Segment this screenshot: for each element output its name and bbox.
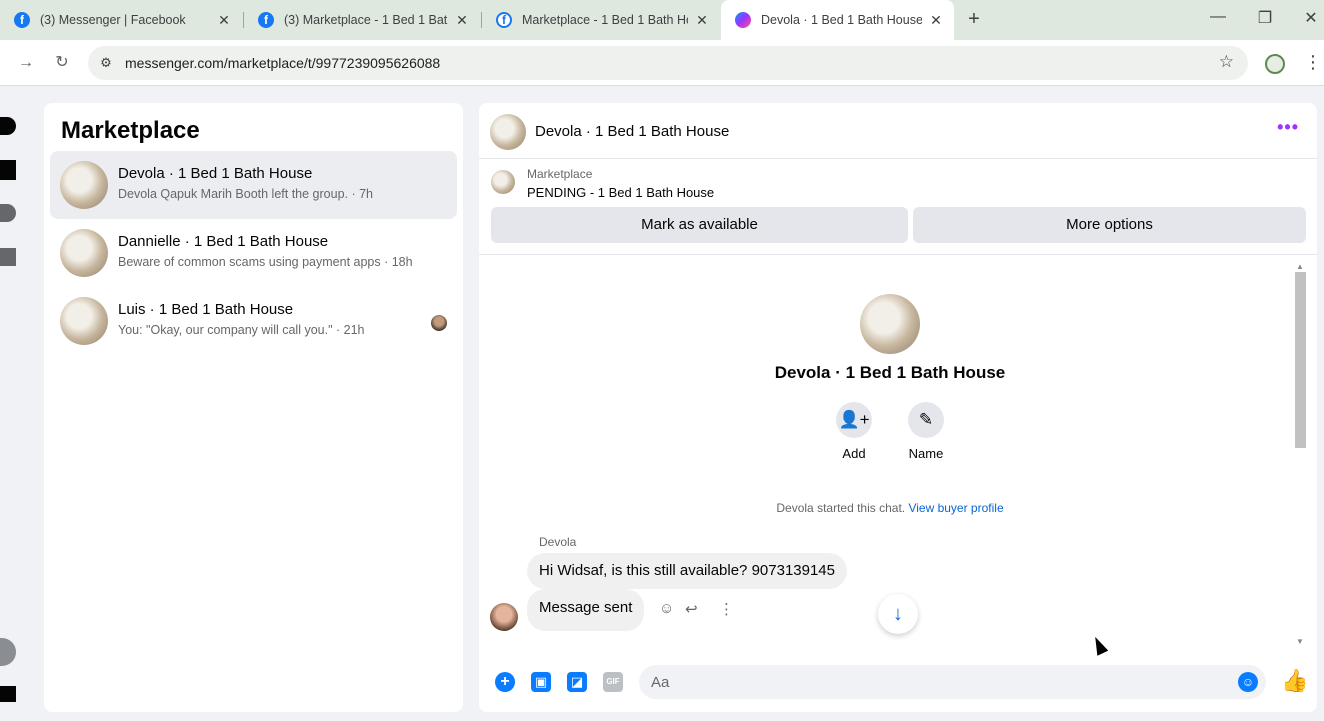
view-buyer-profile-link[interactable]: View buyer profile — [908, 501, 1003, 515]
name-label: Name — [908, 446, 944, 461]
sender-name: Devola — [539, 535, 577, 549]
conversation-avatar — [60, 297, 108, 345]
add-label: Add — [842, 446, 866, 461]
browser-menu-icon[interactable]: ⋮ — [1304, 52, 1322, 73]
chat-header: Devola · 1 Bed 1 Bath House ••• — [479, 103, 1317, 159]
gif-icon[interactable]: GIF — [603, 672, 623, 692]
profile-name: Devola · 1 Bed 1 Bath House — [774, 363, 1006, 382]
browser-tab-bar: f (3) Messenger | Facebook ✕ f (3) Marke… — [0, 0, 1324, 40]
close-window-icon[interactable]: ✕ — [1299, 8, 1323, 28]
started-text: Devola started this chat. — [776, 501, 906, 515]
more-options-icon[interactable]: ••• — [1277, 117, 1299, 138]
sticker-icon[interactable]: ◪ — [567, 672, 587, 692]
scroll-up-icon[interactable]: ▲ — [1296, 262, 1304, 271]
scrollbar-thumb[interactable] — [1295, 272, 1306, 448]
attach-photo-icon[interactable]: ▣ — [531, 672, 551, 692]
message-input[interactable] — [639, 665, 1266, 699]
mark-as-available-button[interactable]: Mark as available — [491, 207, 908, 243]
close-tab-icon[interactable]: ✕ — [928, 12, 944, 29]
close-tab-icon[interactable]: ✕ — [694, 12, 710, 29]
minimize-icon[interactable]: — — [1206, 8, 1230, 26]
seen-by-avatar — [431, 315, 447, 331]
conversation-preview: You: "Okay, our company will call you." … — [118, 323, 365, 337]
browser-tab-marketplace-1[interactable]: f (3) Marketplace - 1 Bed 1 Bath I ✕ — [244, 0, 480, 40]
message-composer: + ▣ ◪ GIF ☺ 👍 — [479, 652, 1317, 712]
received-message[interactable]: Hi Widsaf, is this still available? 9073… — [527, 553, 847, 589]
conversation-preview: Beware of common scams using payment app… — [118, 255, 413, 269]
browser-tab-marketplace-2[interactable]: f Marketplace - 1 Bed 1 Bath Hou ✕ — [482, 0, 720, 40]
messenger-icon — [735, 12, 751, 28]
new-tab-button[interactable]: + — [962, 8, 986, 32]
archive-icon[interactable] — [0, 248, 16, 266]
bookmark-star-icon[interactable]: ☆ — [1219, 52, 1234, 72]
conversation-item[interactable]: Luis · 1 Bed 1 Bath House You: "Okay, ou… — [50, 287, 457, 355]
tab-title: (3) Marketplace - 1 Bed 1 Bath I — [284, 13, 448, 27]
marketplace-label: Marketplace — [527, 167, 593, 181]
emoji-icon[interactable]: ☺ — [1238, 672, 1258, 692]
thumbs-up-icon[interactable]: 👍 — [1281, 668, 1308, 694]
tab-title: Marketplace - 1 Bed 1 Bath Hou — [522, 13, 688, 27]
conversation-name: Luis · 1 Bed 1 Bath House — [118, 301, 294, 318]
reply-icon[interactable]: ↩ — [685, 600, 698, 618]
close-tab-icon[interactable]: ✕ — [216, 12, 232, 29]
conversation-avatar — [60, 229, 108, 277]
react-icon[interactable]: ☺ — [659, 600, 674, 617]
conversation-name: Devola · 1 Bed 1 Bath House — [118, 165, 313, 182]
address-bar[interactable]: ⚙ messenger.com/marketplace/t/9977239095… — [88, 46, 1248, 80]
pencil-icon: ✎ — [908, 402, 944, 438]
reload-icon[interactable]: ↻ — [50, 52, 74, 76]
conversation-item[interactable]: Dannielle · 1 Bed 1 Bath House Beware of… — [50, 219, 457, 287]
site-settings-icon[interactable]: ⚙ — [98, 55, 114, 71]
url-text: messenger.com/marketplace/t/997723909562… — [125, 55, 441, 71]
facebook-icon: f — [258, 12, 274, 28]
close-tab-icon[interactable]: ✕ — [454, 12, 470, 29]
browser-tab-messenger[interactable]: f (3) Messenger | Facebook ✕ — [0, 0, 242, 40]
sender-avatar[interactable] — [490, 603, 518, 631]
scroll-down-icon[interactable]: ▼ — [1296, 637, 1304, 646]
browser-tab-devola-active[interactable]: Devola · 1 Bed 1 Bath House | M ✕ — [721, 0, 954, 40]
message-more-icon[interactable]: ⋮ — [719, 600, 734, 618]
profile-avatar[interactable] — [0, 638, 16, 666]
chat-header-avatar[interactable] — [490, 114, 526, 150]
more-options-button[interactable]: More options — [913, 207, 1306, 243]
add-person-icon: 👤+ — [836, 402, 872, 438]
conversation-avatar — [60, 161, 108, 209]
chat-started-notice: Devola started this chat. View buyer pro… — [479, 501, 1301, 515]
chat-list-title: Marketplace — [61, 117, 200, 144]
chat-panel: Devola · 1 Bed 1 Bath House ••• Marketpl… — [479, 103, 1317, 712]
tab-title: Devola · 1 Bed 1 Bath House | M — [761, 13, 922, 27]
forward-icon[interactable]: → — [14, 52, 38, 76]
marketplace-listing-bar: Marketplace PENDING - 1 Bed 1 Bath House… — [479, 160, 1317, 255]
sidebar-toggle-icon[interactable] — [0, 686, 16, 702]
listing-status: PENDING - 1 Bed 1 Bath House — [527, 185, 715, 200]
received-message[interactable]: Message sent — [527, 589, 645, 631]
marketplace-icon[interactable] — [0, 160, 16, 180]
message-requests-icon[interactable] — [0, 204, 16, 222]
conversation-preview: Devola Qapuk Marih Booth left the group.… — [118, 187, 374, 201]
browser-toolbar: → ↻ ⚙ messenger.com/marketplace/t/997723… — [0, 40, 1324, 86]
scroll-to-bottom-icon[interactable]: ↓ — [878, 594, 918, 634]
name-chat-button[interactable]: ✎ Name — [896, 402, 956, 461]
facebook-icon: f — [14, 12, 30, 28]
more-actions-icon[interactable]: + — [495, 672, 515, 692]
message-area[interactable]: Devola · 1 Bed 1 Bath House 👤+ Add ✎ Nam… — [479, 256, 1317, 652]
browser-profile-icon[interactable] — [1265, 54, 1285, 74]
chat-header-title[interactable]: Devola · 1 Bed 1 Bath House — [535, 123, 729, 140]
conversation-item[interactable]: Devola · 1 Bed 1 Bath House Devola Qapuk… — [50, 151, 457, 219]
chats-icon[interactable] — [0, 117, 16, 135]
add-people-button[interactable]: 👤+ Add — [824, 402, 884, 461]
scrollbar[interactable]: ▲ ▼ — [1294, 262, 1306, 646]
facebook-icon: f — [496, 12, 512, 28]
listing-thumbnail[interactable] — [491, 170, 515, 194]
profile-avatar-large — [860, 294, 920, 354]
conversation-name: Dannielle · 1 Bed 1 Bath House — [118, 233, 329, 250]
tab-title: (3) Messenger | Facebook — [40, 13, 186, 27]
restore-icon[interactable]: ❐ — [1253, 8, 1277, 28]
chat-list-panel: Marketplace Devola · 1 Bed 1 Bath House … — [44, 103, 463, 712]
